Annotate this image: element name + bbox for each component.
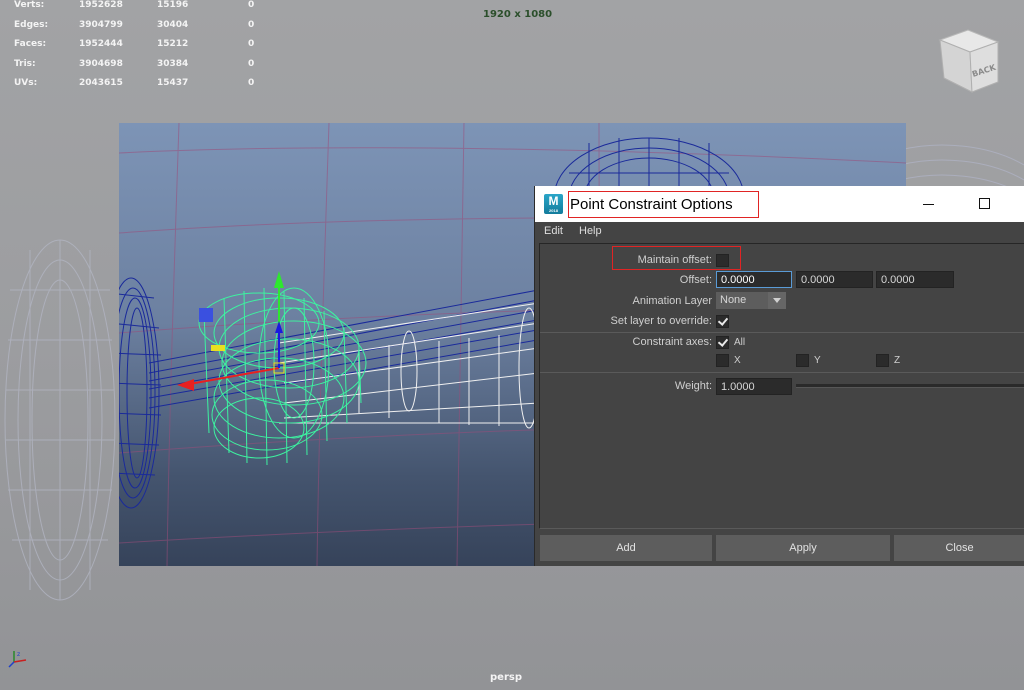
stat-value: 0 (248, 39, 255, 49)
axis-all-label: All (734, 337, 746, 348)
add-button[interactable]: Add (540, 535, 712, 561)
stat-row-tris: Tris: 3904698 30384 0 (14, 59, 274, 79)
menu-edit[interactable]: Edit (544, 225, 563, 237)
animation-layer-dropdown[interactable]: None (716, 292, 786, 309)
app-icon-letter: M (548, 194, 559, 208)
dialog-title: Point Constraint Options (568, 191, 759, 218)
stat-value: 15196 (157, 0, 189, 10)
axis-y-label: Y (814, 355, 821, 366)
axis-triad-icon: z (8, 651, 27, 668)
menu-help[interactable]: Help (579, 225, 602, 237)
maintain-offset-checkbox[interactable] (716, 254, 729, 267)
dialog-titlebar[interactable]: M 2018 Point Constraint Options (535, 186, 1024, 222)
weight-field[interactable]: 1.0000 (716, 378, 792, 395)
stat-label: Tris: (14, 58, 36, 69)
stat-row-verts: Verts: 1952628 15196 0 (14, 0, 274, 20)
stat-value: 15212 (157, 39, 189, 49)
animation-layer-value: None (720, 294, 747, 306)
stat-row-faces: Faces: 1952444 15212 0 (14, 39, 274, 59)
stat-value: 2043615 (79, 78, 123, 88)
offset-y-field[interactable]: 0.0000 (796, 271, 873, 288)
stat-value: 1952444 (79, 39, 123, 49)
stat-value: 0 (248, 78, 255, 88)
poly-count-hud: Verts: 1952628 15196 0 Edges: 3904799 30… (14, 0, 274, 98)
weight-label: Weight: (674, 380, 712, 392)
axis-x-label: X (734, 355, 741, 366)
chevron-down-icon (768, 292, 786, 309)
set-layer-override-checkbox[interactable] (716, 315, 729, 328)
stat-value: 0 (248, 0, 255, 10)
stat-value: 30384 (157, 58, 189, 69)
section-divider (540, 372, 1024, 373)
resolution-gate-label: 1920 x 1080 (483, 9, 553, 20)
point-constraint-dialog: M 2018 Point Constraint Options Edit Hel… (534, 186, 1024, 566)
app-icon-version: 2018 (549, 208, 558, 213)
animation-layer-label: Animation Layer (632, 295, 713, 307)
stat-value: 3904799 (79, 19, 123, 30)
minimize-button[interactable] (919, 194, 939, 214)
apply-button[interactable]: Apply (716, 535, 890, 561)
stat-value: 30404 (157, 19, 189, 30)
stat-value: 3904698 (79, 58, 123, 69)
svg-text:z: z (17, 651, 20, 658)
stat-label: Faces: (14, 39, 47, 49)
stat-row-edges: Edges: 3904799 30404 0 (14, 20, 274, 40)
set-layer-override-label: Set layer to override: (610, 315, 713, 327)
section-divider (540, 332, 1024, 333)
weight-slider[interactable] (796, 384, 1024, 388)
axis-y-checkbox[interactable] (796, 354, 809, 367)
axis-all-checkbox[interactable] (716, 336, 729, 349)
offset-z-field[interactable]: 0.0000 (876, 271, 954, 288)
constraint-axes-label: Constraint axes: (632, 336, 712, 348)
stat-label: Verts: (14, 0, 45, 10)
camera-name-label: persp (490, 672, 522, 683)
offset-label: Offset: (679, 274, 712, 286)
maya-app-icon: M 2018 (544, 194, 563, 214)
offset-x-field[interactable]: 0.0000 (716, 271, 792, 288)
stat-value: 15437 (157, 78, 189, 88)
stat-value: 0 (248, 19, 255, 30)
axis-z-label: Z (894, 355, 901, 366)
stat-label: Edges: (14, 19, 49, 30)
dialog-menubar: Edit Help (535, 222, 1024, 242)
options-panel: Maintain offset: Offset: 0.0000 0.0000 0… (539, 243, 1024, 529)
ghost-wireframe-left (4, 239, 116, 601)
stat-value: 1952628 (79, 0, 123, 10)
close-button[interactable]: Close (894, 535, 1024, 561)
stat-label: UVs: (14, 78, 38, 88)
stat-value: 0 (248, 58, 255, 69)
axis-z-checkbox[interactable] (876, 354, 889, 367)
maintain-offset-label: Maintain offset: (637, 254, 712, 266)
maximize-button[interactable] (975, 194, 995, 214)
view-cube[interactable]: BACK (936, 26, 1002, 94)
axis-x-checkbox[interactable] (716, 354, 729, 367)
stat-row-uvs: UVs: 2043615 15437 0 (14, 78, 274, 98)
